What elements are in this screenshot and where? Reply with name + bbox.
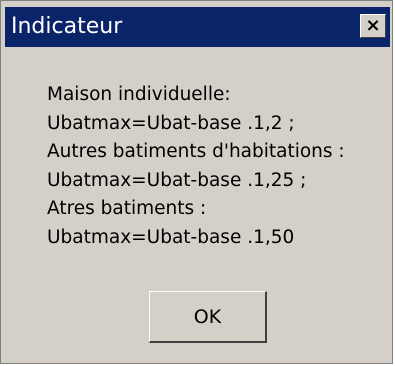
message-line: Maison individuelle: (47, 84, 231, 105)
message-line: Ubatmax=Ubat-base .1,2 ; (47, 112, 295, 134)
ok-button[interactable]: OK (149, 291, 267, 343)
indicateur-dialog: Indicateur × Maison individuelle: Ubatma… (0, 0, 393, 364)
close-icon: × (365, 15, 381, 36)
message-line: Ubatmax=Ubat-base .1,25 ; (47, 169, 307, 191)
message-text: Maison individuelle: Ubatmax=Ubat-base .… (47, 81, 392, 252)
ok-button-label: OK (193, 305, 222, 328)
title-bar[interactable]: Indicateur × (5, 7, 390, 47)
message-line: Atres batiments : (47, 198, 207, 219)
message-line: Autres batiments d'habitations : (47, 141, 345, 162)
close-button[interactable]: × (360, 14, 386, 38)
window-title: Indicateur (11, 14, 123, 39)
message-line: Ubatmax=Ubat-base .1,50 (47, 226, 295, 248)
